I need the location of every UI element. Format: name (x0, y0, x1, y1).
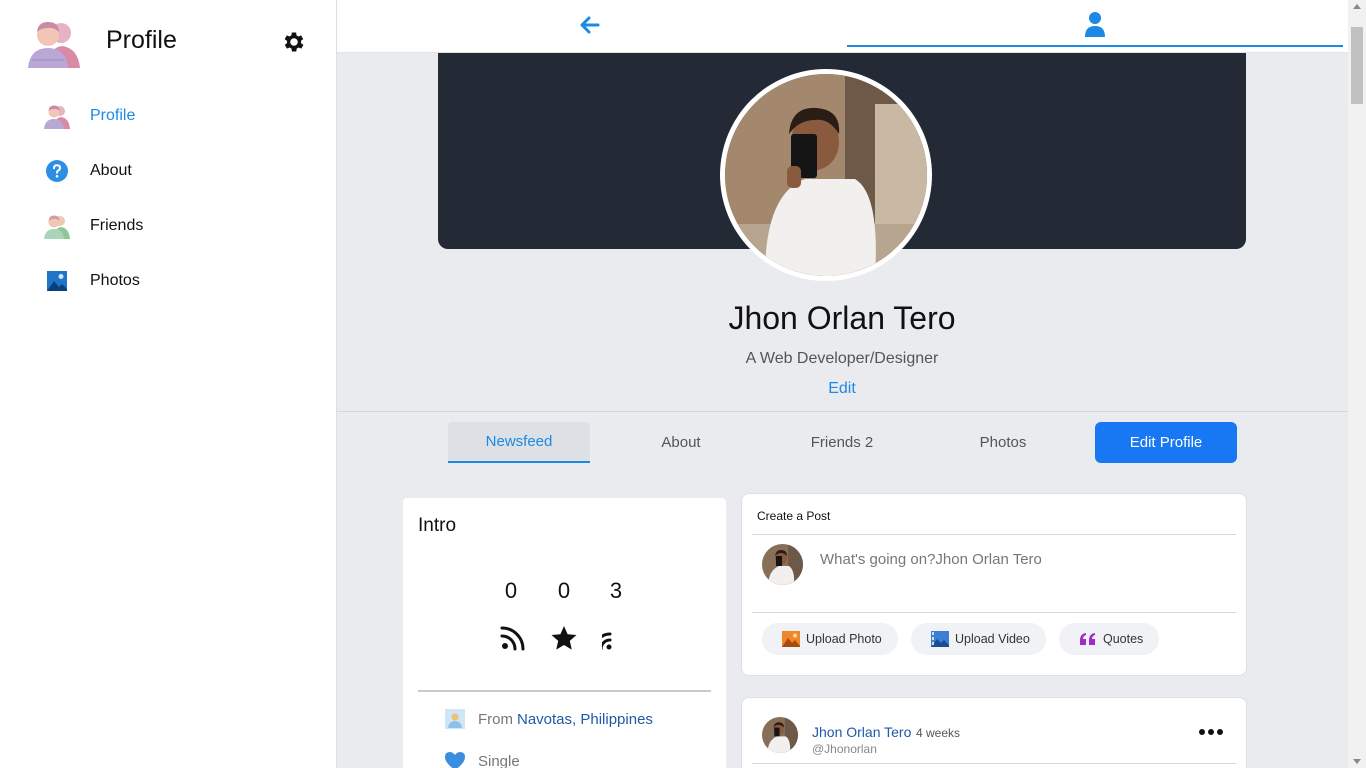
tab-newsfeed[interactable]: Newsfeed (448, 422, 590, 463)
intro-status: Single (478, 752, 520, 768)
friends-icon (44, 213, 70, 239)
scroll-up-arrow-icon[interactable] (1353, 4, 1361, 9)
signal-icon[interactable] (602, 624, 630, 652)
profile-bio: A Web Developer/Designer (745, 350, 939, 367)
stat-value: 0 (557, 578, 571, 603)
edit-bio-link[interactable]: Edit (638, 380, 1046, 398)
profile-avatar-icon (28, 22, 80, 68)
upload-photo-button[interactable]: Upload Photo (762, 623, 898, 655)
photos-icon (44, 268, 70, 294)
sidebar-item-photos[interactable]: Photos (0, 253, 337, 308)
intro-title: Intro (418, 515, 457, 536)
scroll-down-arrow-icon[interactable] (1353, 759, 1361, 764)
create-post-input[interactable] (820, 547, 1220, 571)
post-card: Jhon Orlan Tero 4 weeks @Jhonorlan (741, 697, 1247, 768)
scrollbar-thumb[interactable] (1351, 27, 1363, 104)
create-post-divider (752, 612, 1236, 613)
rss-icon[interactable] (499, 624, 527, 652)
sidebar-nav: Profile About Friends Photos (0, 88, 337, 308)
edit-profile-button[interactable]: Edit Profile (1095, 422, 1237, 463)
quote-icon (1080, 633, 1095, 645)
user-icon[interactable] (1084, 11, 1106, 37)
quotes-button[interactable]: Quotes (1059, 623, 1160, 655)
post-timestamp: 4 weeks (916, 726, 961, 740)
sidebar-item-about[interactable]: About (0, 143, 337, 198)
profile-name: Jhon Orlan Tero (728, 300, 956, 336)
intro-from-prefix: From (478, 710, 513, 728)
post-handle: @Jhonorlan (812, 742, 877, 756)
video-icon (931, 631, 949, 647)
create-post-divider (752, 534, 1236, 535)
create-post-card: Create a Post Upload Photo Upload Video (741, 493, 1247, 676)
sidebar-item-friends[interactable]: Friends (0, 198, 337, 253)
upload-video-button[interactable]: Upload Video (911, 623, 1046, 655)
active-tab-indicator (847, 45, 1343, 47)
upload-video-label: Upload Video (955, 632, 1030, 646)
sidebar-item-label: About (90, 161, 132, 179)
intro-card: Intro 0 0 3 From Navotas, Philippines Si… (403, 498, 726, 768)
intro-from-location[interactable]: Navotas, Philippines (517, 711, 653, 728)
star-icon[interactable] (550, 624, 578, 652)
sidebar-item-label: Profile (90, 106, 136, 124)
post-divider (752, 763, 1236, 764)
tab-friends[interactable]: Friends 2 (771, 422, 913, 463)
upload-photo-label: Upload Photo (806, 632, 882, 646)
post-author[interactable]: Jhon Orlan Tero (812, 724, 911, 740)
stat-value: 0 (504, 578, 518, 603)
intro-divider (418, 690, 711, 692)
heart-icon (445, 752, 465, 768)
tab-photos[interactable]: Photos (932, 422, 1074, 463)
profile-photo[interactable] (720, 69, 932, 281)
sidebar-item-profile[interactable]: Profile (0, 88, 337, 143)
sidebar-header: Profile (0, 0, 337, 88)
scrollbar[interactable] (1348, 0, 1366, 768)
avatar[interactable] (762, 717, 798, 753)
top-bar (337, 0, 1348, 53)
create-post-title: Create a Post (757, 509, 831, 523)
avatar (762, 544, 803, 585)
section-divider (337, 411, 1348, 412)
profile-icon (44, 103, 70, 129)
tab-about[interactable]: About (610, 422, 752, 463)
quotes-label: Quotes (1103, 632, 1144, 646)
sidebar-item-label: Photos (90, 271, 140, 289)
image-icon (782, 631, 800, 647)
intro-from-row: From Navotas, Philippines (444, 708, 653, 730)
intro-status-row: Single (444, 750, 520, 768)
question-icon (44, 158, 70, 184)
more-options-icon[interactable] (1198, 727, 1224, 737)
location-icon (445, 709, 465, 729)
sidebar: Profile Profile About Friends Photos (0, 0, 337, 768)
sidebar-item-label: Friends (90, 216, 144, 234)
gear-icon[interactable] (281, 29, 307, 55)
arrow-left-icon[interactable] (577, 13, 603, 37)
sidebar-title: Profile (106, 26, 177, 54)
stat-value: 3 (609, 578, 623, 603)
